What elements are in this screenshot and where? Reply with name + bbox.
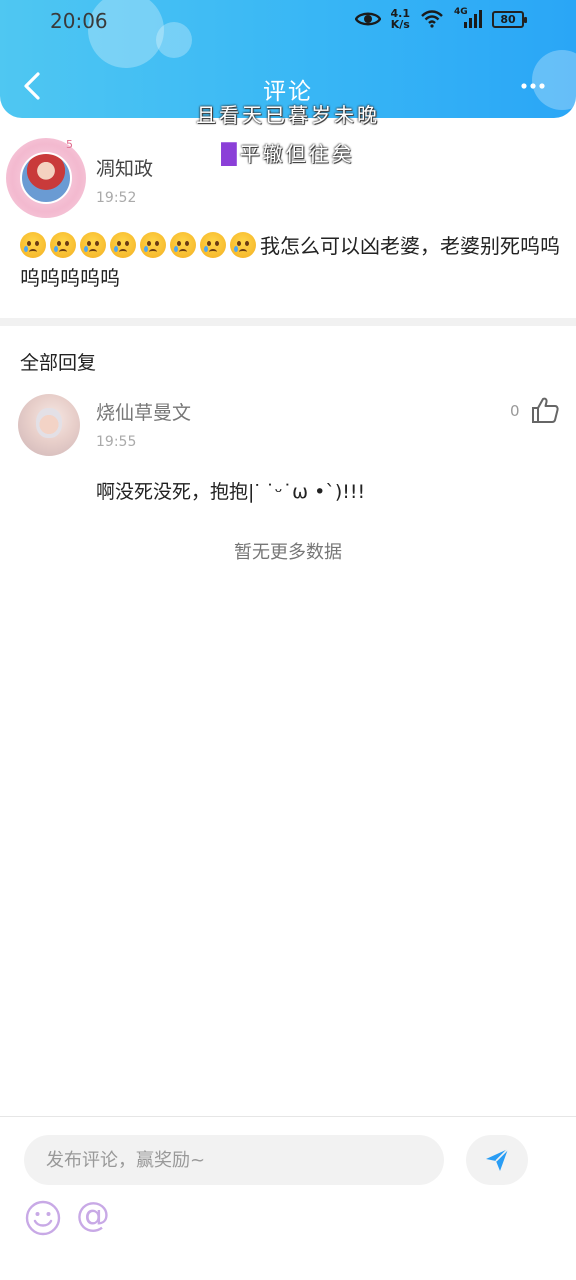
status-time: 20:06 bbox=[50, 9, 108, 33]
crying-face-emoji-icon bbox=[80, 232, 106, 258]
network-speed-unit: K/s bbox=[390, 18, 410, 31]
overlay-text-line2: █平辙但往矣 bbox=[0, 138, 576, 167]
level-badge: 5 bbox=[66, 138, 73, 151]
crying-face-emoji-icon bbox=[140, 232, 166, 258]
network-speed: 4.1 K/s bbox=[391, 8, 411, 30]
eye-icon bbox=[354, 12, 381, 26]
wifi-icon bbox=[421, 10, 443, 28]
section-divider bbox=[0, 318, 576, 326]
paper-plane-icon bbox=[486, 1148, 509, 1171]
overlay-mark: █ bbox=[221, 142, 240, 166]
crying-face-emoji-icon bbox=[110, 232, 136, 258]
battery-level: 80 bbox=[500, 12, 516, 26]
avatar-image bbox=[20, 152, 72, 204]
crying-face-emoji-icon bbox=[170, 232, 196, 258]
crying-face-emoji-icon bbox=[200, 232, 226, 258]
post-content: 我怎么可以凶老婆，老婆别死呜呜呜呜呜呜呜 bbox=[20, 230, 560, 294]
overlay-text-line2-content: 平辙但往矣 bbox=[239, 142, 355, 166]
status-bar: 20:06 4.1 K/s 4G 80 bbox=[0, 0, 576, 44]
all-replies-title: 全部回复 bbox=[20, 352, 97, 374]
reply-content: 啊没死没死，抱抱|ᐝ ˙ᵕ˙ω •`)!!! bbox=[96, 481, 366, 503]
mention-at-icon[interactable]: @ bbox=[76, 1195, 110, 1235]
no-more-data: 暂无更多数据 bbox=[234, 542, 342, 563]
crying-face-emoji-icon bbox=[50, 232, 76, 258]
overlay-text-line1: 且看天已暮岁未晚 bbox=[196, 103, 380, 127]
battery-indicator: 80 bbox=[492, 10, 527, 28]
send-button[interactable] bbox=[466, 1135, 528, 1185]
reply-author-avatar[interactable] bbox=[18, 394, 80, 456]
crying-face-emoji-icon bbox=[20, 232, 46, 258]
post-time: 19:52 bbox=[96, 190, 137, 206]
emoji-group bbox=[20, 232, 260, 258]
thumbs-up-icon[interactable] bbox=[530, 395, 560, 425]
smiley-icon[interactable] bbox=[24, 1199, 62, 1237]
comment-bar: @ bbox=[0, 1116, 576, 1280]
post-author-avatar[interactable]: 5 bbox=[6, 138, 86, 218]
more-options-icon[interactable] bbox=[520, 76, 546, 96]
comment-input[interactable] bbox=[24, 1135, 444, 1185]
cellular-signal-icon: 4G bbox=[454, 7, 482, 28]
status-icons: 4.1 K/s 4G 80 bbox=[354, 7, 527, 30]
post-author-name[interactable]: 凋知政 bbox=[96, 154, 153, 181]
crying-face-emoji-icon bbox=[230, 232, 256, 258]
like-count: 0 bbox=[510, 402, 520, 420]
reply-author-name[interactable]: 烧仙草曼文 bbox=[96, 398, 191, 425]
reply-time: 19:55 bbox=[96, 434, 137, 450]
